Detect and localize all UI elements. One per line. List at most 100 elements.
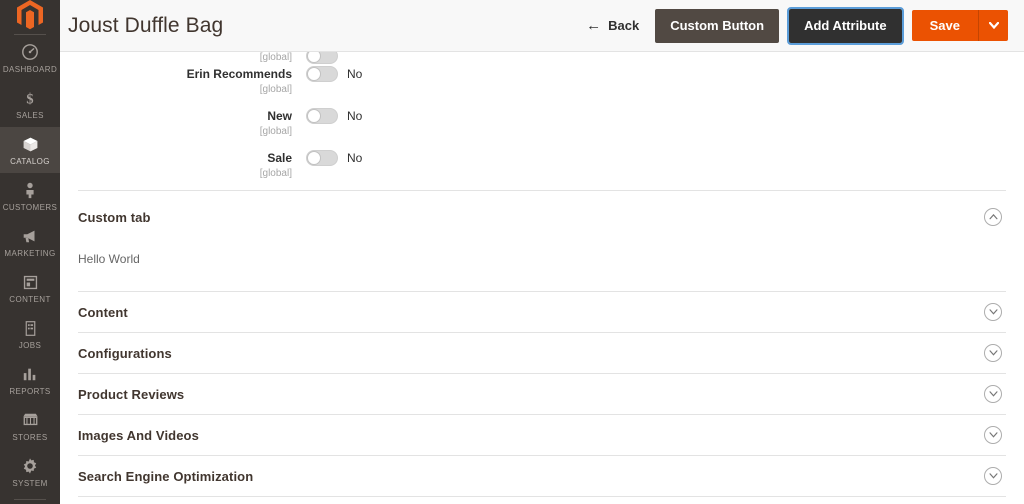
magento-logo-icon — [17, 0, 43, 30]
section-body: Hello World — [78, 243, 1006, 291]
sidebar-item-marketing[interactable]: Marketing — [0, 219, 60, 265]
section-header[interactable]: Search Engine Optimization — [78, 456, 1006, 496]
form-row-sale: Sale [global] No — [78, 148, 1006, 190]
section-expand-toggle[interactable] — [984, 385, 1002, 403]
section-collapse-toggle[interactable] — [984, 208, 1002, 226]
page-title: Joust Duffle Bag — [68, 13, 224, 37]
toggle-knob — [307, 109, 321, 123]
add-attribute-button[interactable]: Add Attribute — [787, 6, 904, 45]
chevron-down-icon — [988, 432, 998, 438]
section-custom-tab: Custom tab Hello World — [78, 190, 1006, 291]
save-button[interactable]: Save — [911, 10, 978, 41]
back-button-label: Back — [608, 18, 640, 33]
sidebar-item-system[interactable]: System — [0, 449, 60, 495]
toggle-value: No — [347, 151, 363, 165]
magento-logo[interactable] — [0, 0, 60, 30]
field-label-text: New — [267, 109, 292, 123]
field-label-text: Erin Recommends — [186, 67, 292, 81]
field-control — [306, 52, 338, 64]
sale-toggle[interactable] — [306, 150, 338, 166]
save-button-group: Save — [911, 10, 1008, 41]
box-icon — [19, 134, 41, 154]
section-expand-toggle[interactable] — [984, 467, 1002, 485]
section-title: Images And Videos — [78, 427, 199, 443]
sidebar-item-label: Reports — [9, 387, 51, 396]
custom-tab-content: Hello World — [78, 252, 140, 266]
chevron-down-icon — [988, 350, 998, 356]
field-scope: [global] — [259, 168, 292, 179]
section-title: Product Reviews — [78, 386, 185, 402]
megaphone-icon — [19, 226, 41, 246]
sidebar-item-label: System — [12, 479, 48, 488]
storefront-icon — [19, 410, 41, 430]
toggle-knob — [307, 52, 321, 63]
sidebar-item-content[interactable]: Content — [0, 265, 60, 311]
toggle-knob — [307, 67, 321, 81]
dollar-sign-icon: $ — [19, 88, 41, 108]
bar-chart-icon — [19, 364, 41, 384]
custom-button[interactable]: Custom Button — [655, 8, 780, 43]
list-card-icon — [19, 318, 41, 338]
sidebar-item-stores[interactable]: Stores — [0, 403, 60, 449]
sidebar-item-catalog[interactable]: Catalog — [0, 127, 60, 173]
section-title: Configurations — [78, 345, 172, 361]
chevron-down-icon — [988, 391, 998, 397]
sidebar-item-sales[interactable]: $ Sales — [0, 81, 60, 127]
save-dropdown-button[interactable] — [978, 10, 1008, 41]
section-title: Content — [78, 304, 128, 320]
svg-text:$: $ — [26, 91, 33, 107]
field-scope: [global] — [259, 52, 292, 63]
field-label-text: Sale — [267, 151, 292, 165]
field-control: No — [306, 106, 362, 124]
field-label: New [global] — [78, 106, 306, 138]
form-row-new: New [global] No — [78, 106, 1006, 148]
admin-product-edit-page: Dashboard $ Sales Catalog Customers Mark… — [0, 0, 1024, 504]
erin-recommends-toggle[interactable] — [306, 66, 338, 82]
field-label: [global] — [78, 52, 306, 64]
page-content: [global] Erin Recommends [global] No New… — [60, 52, 1024, 504]
sidebar-item-label: Sales — [16, 111, 44, 120]
sidebar-item-reports[interactable]: Reports — [0, 357, 60, 403]
chevron-down-icon — [988, 309, 998, 315]
section-expand-toggle[interactable] — [984, 426, 1002, 444]
section-header[interactable]: Custom tab — [78, 191, 1006, 243]
field-label: Sale [global] — [78, 148, 306, 180]
admin-sidebar: Dashboard $ Sales Catalog Customers Mark… — [0, 0, 60, 504]
section-product-reviews: Product Reviews — [78, 373, 1006, 414]
sidebar-item-customers[interactable]: Customers — [0, 173, 60, 219]
toggle-value: No — [347, 67, 363, 81]
sections-bottom-divider — [78, 496, 1006, 497]
section-images-and-videos: Images And Videos — [78, 414, 1006, 455]
arrow-left-icon: ← — [586, 17, 602, 34]
field-label: Erin Recommends [global] — [78, 64, 306, 96]
section-title: Custom tab — [78, 209, 151, 225]
sidebar-item-label: Customers — [2, 203, 58, 212]
section-header[interactable]: Product Reviews — [78, 374, 1006, 414]
field-control: No — [306, 64, 362, 82]
section-header[interactable]: Configurations — [78, 333, 1006, 373]
toggle-switch[interactable] — [306, 52, 338, 64]
person-icon — [19, 180, 41, 200]
new-toggle[interactable] — [306, 108, 338, 124]
header-actions: ← Back Custom Button Add Attribute Save — [580, 6, 1008, 45]
sidebar-item-dashboard[interactable]: Dashboard — [0, 35, 60, 81]
section-title: Search Engine Optimization — [78, 468, 254, 484]
dashboard-gauge-icon — [19, 42, 41, 62]
section-header[interactable]: Images And Videos — [78, 415, 1006, 455]
section-header[interactable]: Content — [78, 292, 1006, 332]
section-content: Content — [78, 291, 1006, 332]
section-expand-toggle[interactable] — [984, 344, 1002, 362]
sidebar-item-label: Stores — [12, 433, 48, 442]
sidebar-item-jobs[interactable]: Jobs — [0, 311, 60, 357]
section-expand-toggle[interactable] — [984, 303, 1002, 321]
sidebar-item-label: Content — [9, 295, 51, 304]
form-row-erin-recommends: Erin Recommends [global] No — [78, 64, 1006, 106]
back-button[interactable]: ← Back — [580, 14, 645, 37]
sidebar-item-find-partners-extensions[interactable]: Find Partners & Extensions — [0, 500, 60, 504]
field-scope: [global] — [259, 126, 292, 137]
attribute-form: [global] Erin Recommends [global] No New… — [78, 52, 1006, 190]
sidebar-item-label: Marketing — [4, 249, 56, 258]
form-row-clipped: [global] — [78, 52, 1006, 64]
page-header: Joust Duffle Bag ← Back Custom Button Ad… — [60, 0, 1024, 52]
main-area: Joust Duffle Bag ← Back Custom Button Ad… — [60, 0, 1024, 504]
